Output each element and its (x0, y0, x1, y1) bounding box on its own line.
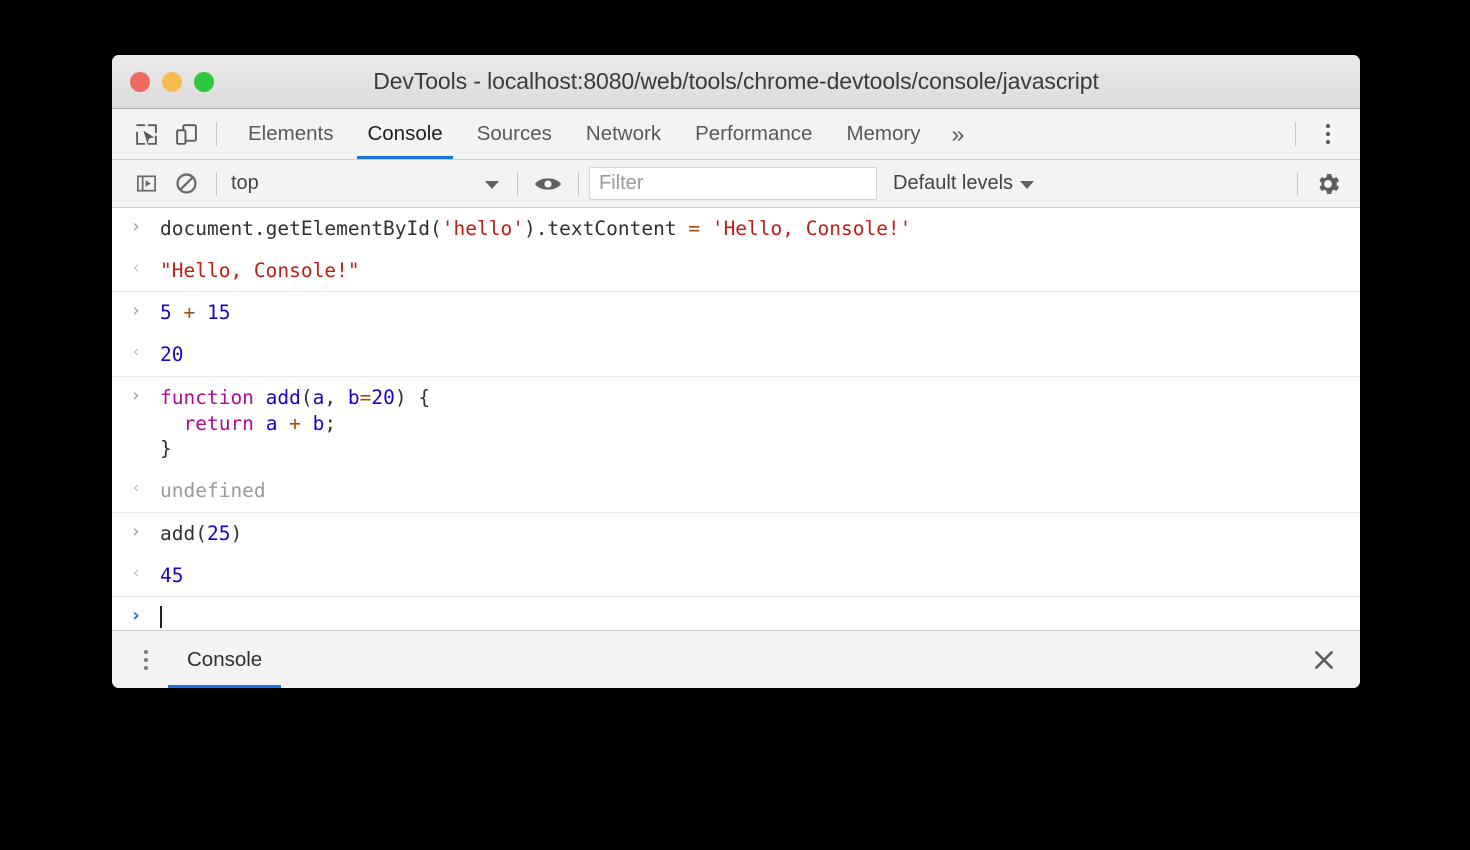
tab-console[interactable]: Console (350, 109, 459, 159)
maximize-window-button[interactable] (194, 72, 214, 92)
input-marker-icon: › (112, 216, 160, 239)
gear-icon[interactable] (1308, 159, 1348, 209)
input-marker-icon: › (112, 521, 160, 544)
tab-memory[interactable]: Memory (829, 109, 937, 159)
devtools-tabbar: Elements Console Sources Network Perform… (112, 109, 1360, 160)
execution-context-value: top (231, 172, 259, 195)
console-toolbar-divider-3 (578, 172, 579, 196)
clear-console-icon[interactable] (166, 159, 206, 209)
tabbar-divider (216, 122, 217, 146)
console-output-row[interactable]: ‹45 (112, 555, 1360, 597)
titlebar: DevTools - localhost:8080/web/tools/chro… (112, 55, 1360, 109)
console-toolbar-divider-2 (517, 172, 518, 196)
console-code: "Hello, Console!" (160, 258, 1360, 284)
chevron-down-icon (1020, 172, 1034, 195)
console-input-row[interactable]: ›function add(a, b=20) { return a + b; } (112, 377, 1360, 470)
window-title: DevTools - localhost:8080/web/tools/chro… (112, 68, 1360, 95)
device-toolbar-icon[interactable] (166, 109, 206, 159)
filter-input[interactable] (589, 167, 877, 200)
tabbar-right-controls (1285, 109, 1360, 159)
console-code: add(25) (160, 521, 1360, 547)
output-marker-icon: ‹ (112, 258, 160, 279)
console-message-group: ›function add(a, b=20) { return a + b; }… (112, 377, 1360, 513)
tab-sources[interactable]: Sources (460, 109, 569, 159)
console-message-group: ›add(25)‹45 (112, 513, 1360, 597)
console-code: undefined (160, 478, 1360, 504)
tab-network[interactable]: Network (569, 109, 678, 159)
drawer-menu-icon[interactable] (124, 631, 168, 688)
chevron-down-icon (485, 172, 499, 195)
prompt-marker-icon: › (112, 605, 160, 628)
inspect-element-icon[interactable] (126, 109, 166, 159)
console-message-list[interactable]: ›document.getElementById('hello').textCo… (112, 208, 1360, 630)
console-code: 45 (160, 563, 1360, 589)
output-marker-icon: ‹ (112, 563, 160, 584)
tabbar-right-divider (1295, 122, 1296, 146)
console-output-row[interactable]: ‹undefined (112, 470, 1360, 512)
input-marker-icon: › (112, 300, 160, 323)
traffic-lights (130, 55, 214, 108)
main-menu-icon[interactable] (1306, 109, 1350, 159)
minimize-window-button[interactable] (162, 72, 182, 92)
console-toolbar-divider-1 (216, 172, 217, 196)
drawer-tab-console[interactable]: Console (168, 631, 281, 688)
console-code: function add(a, b=20) { return a + b; } (160, 385, 1360, 462)
live-expression-icon[interactable] (528, 159, 568, 209)
execution-context-select[interactable]: top (227, 169, 507, 199)
console-code: 5 + 15 (160, 300, 1360, 326)
tab-elements[interactable]: Elements (231, 109, 350, 159)
console-prompt-row[interactable]: › (112, 597, 1360, 630)
console-toolbar-right (1287, 159, 1360, 209)
drawer-right-controls (1306, 631, 1360, 688)
console-toolbar: top Default levels (112, 160, 1360, 208)
console-code: document.getElementById('hello').textCon… (160, 216, 1360, 242)
console-input-row[interactable]: ›document.getElementById('hello').textCo… (112, 208, 1360, 250)
console-sidebar-icon[interactable] (126, 159, 166, 209)
console-output-row[interactable]: ‹20 (112, 334, 1360, 376)
console-message-group: ›5 + 15‹20 (112, 292, 1360, 376)
input-marker-icon: › (112, 385, 160, 408)
console-prompt-input[interactable] (160, 605, 1360, 630)
output-marker-icon: ‹ (112, 342, 160, 363)
panel-tabs: Elements Console Sources Network Perform… (231, 109, 978, 159)
console-input-row[interactable]: ›5 + 15 (112, 292, 1360, 334)
log-levels-value: Default levels (893, 172, 1013, 195)
close-drawer-icon[interactable] (1306, 642, 1342, 678)
console-input-row[interactable]: ›add(25) (112, 513, 1360, 555)
log-levels-select[interactable]: Default levels (893, 172, 1034, 195)
devtools-window: DevTools - localhost:8080/web/tools/chro… (112, 55, 1360, 688)
console-output-row[interactable]: ‹"Hello, Console!" (112, 250, 1360, 292)
console-message-group: ›document.getElementById('hello').textCo… (112, 208, 1360, 292)
text-cursor (160, 606, 162, 628)
console-code: 20 (160, 342, 1360, 368)
tab-performance[interactable]: Performance (678, 109, 829, 159)
console-drawer: Console (112, 630, 1360, 688)
console-toolbar-divider-4 (1297, 172, 1298, 196)
output-marker-icon: ‹ (112, 478, 160, 499)
close-window-button[interactable] (130, 72, 150, 92)
more-tabs-icon[interactable]: » (938, 109, 979, 159)
